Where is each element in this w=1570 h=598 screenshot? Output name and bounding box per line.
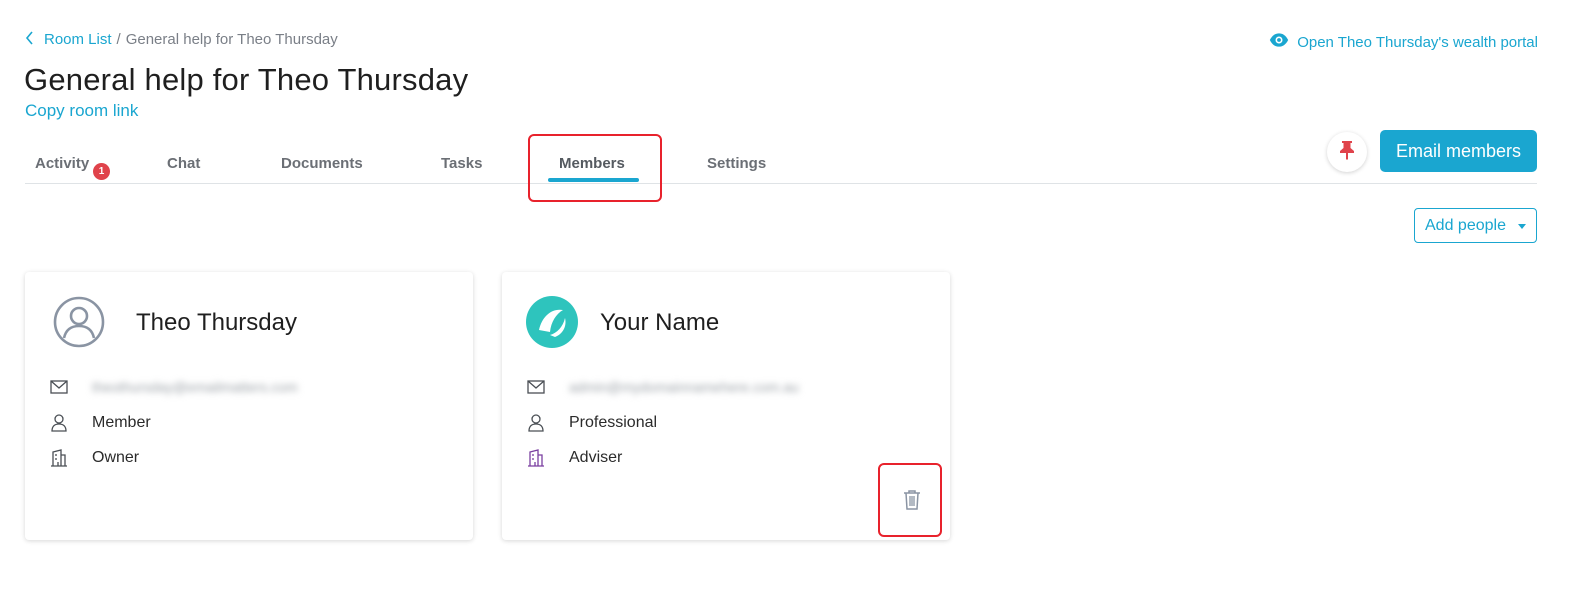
person-icon — [49, 413, 69, 433]
tab-bar: Activity 1 Chat Documents Tasks Members … — [25, 140, 1537, 184]
member-email-row: theothursday@emailmatters.com — [49, 377, 298, 397]
member-title-row: Adviser — [526, 448, 622, 468]
breadcrumb-separator: / — [116, 31, 121, 48]
envelope-icon — [49, 377, 69, 397]
member-role-row: Professional — [526, 413, 657, 433]
pin-icon — [1339, 140, 1355, 165]
member-title: Adviser — [569, 449, 623, 466]
user-circle-icon — [53, 296, 105, 348]
member-role: Professional — [569, 414, 658, 431]
person-icon — [526, 413, 546, 433]
tab-settings[interactable]: Settings — [707, 155, 766, 172]
tab-chat[interactable]: Chat — [167, 155, 200, 172]
member-email: theothursday@emailmatters.com — [92, 379, 298, 395]
envelope-icon — [526, 377, 546, 397]
add-people-label: Add people — [1425, 216, 1506, 234]
pin-room-button[interactable] — [1327, 132, 1367, 172]
company-logo — [526, 296, 578, 348]
member-role-row: Member — [49, 413, 151, 433]
eye-icon — [1269, 30, 1289, 54]
member-title-row: Owner — [49, 448, 139, 468]
page-title: General help for Theo Thursday — [24, 62, 469, 97]
delete-member-highlight — [878, 463, 942, 537]
member-title: Owner — [92, 449, 140, 466]
open-wealth-portal-link[interactable]: Open Theo Thursday's wealth portal — [1269, 30, 1538, 54]
email-members-button[interactable]: Email members — [1380, 130, 1537, 172]
tab-tasks[interactable]: Tasks — [441, 155, 482, 172]
member-name: Your Name — [600, 309, 720, 336]
tab-activity[interactable]: Activity 1 — [35, 155, 110, 180]
activity-notification-badge: 1 — [93, 163, 110, 180]
member-email: admin@mydomainnamehere.com.au — [569, 379, 799, 395]
building-icon — [49, 448, 69, 468]
members-tab-highlight — [528, 134, 662, 202]
chevron-left-icon[interactable] — [25, 31, 34, 48]
copy-room-link[interactable]: Copy room link — [25, 101, 138, 121]
breadcrumb-current: General help for Theo Thursday — [125, 31, 338, 48]
member-name: Theo Thursday — [136, 309, 297, 336]
caret-down-icon — [1518, 224, 1526, 229]
add-people-dropdown[interactable]: Add people — [1414, 208, 1537, 243]
building-icon — [526, 448, 546, 468]
breadcrumb: Room List / General help for Theo Thursd… — [25, 31, 338, 48]
member-role: Member — [92, 414, 151, 431]
open-wealth-portal-label: Open Theo Thursday's wealth portal — [1297, 33, 1538, 51]
tab-activity-label: Activity — [35, 155, 90, 172]
tab-documents[interactable]: Documents — [281, 155, 363, 172]
breadcrumb-room-list-link[interactable]: Room List — [44, 31, 112, 48]
member-card: Theo Thursday theothursday@emailmatters.… — [25, 272, 473, 540]
member-email-row: admin@mydomainnamehere.com.au — [526, 377, 799, 397]
